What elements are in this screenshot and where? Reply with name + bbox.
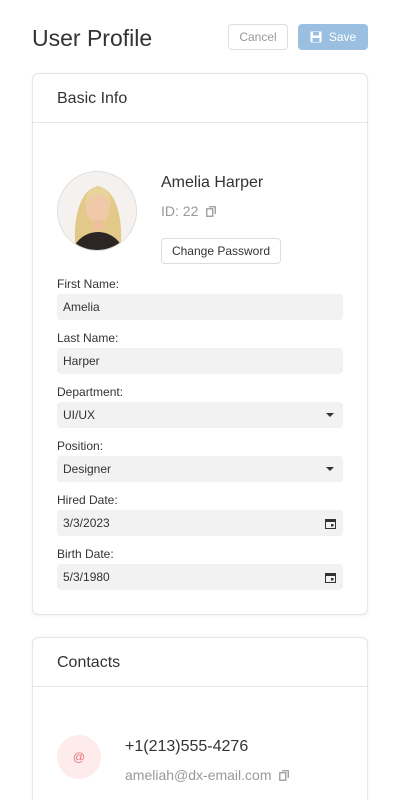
dropdown-caret-icon[interactable] (326, 413, 334, 417)
contact-phone: +1(213)555-4276 (125, 738, 249, 755)
change-password-button[interactable]: Change Password (161, 238, 281, 264)
copy-icon[interactable] (279, 769, 290, 781)
page-title: User Profile (32, 25, 153, 51)
hired-date-value: 3/3/2023 (63, 516, 110, 530)
card-divider (33, 122, 367, 123)
last-name-value: Harper (63, 354, 100, 368)
department-label: Department: (57, 385, 124, 399)
hired-date-field[interactable]: 3/3/2023 (57, 510, 343, 536)
position-label: Position: (57, 439, 104, 453)
avatar-photo (58, 172, 136, 250)
position-select[interactable]: Designer (57, 456, 343, 482)
contact-email: ameliah@dx-email.com (125, 767, 272, 783)
basic-info-card: Basic Info Amelia Harper ID: 22 Change P… (32, 73, 368, 615)
user-id-text: ID: 22 (161, 203, 199, 219)
birth-date-label: Birth Date: (57, 547, 114, 561)
birth-date-value: 5/3/1980 (63, 570, 110, 584)
dropdown-caret-icon[interactable] (326, 467, 334, 471)
department-select[interactable]: UI/UX (57, 402, 343, 428)
last-name-label: Last Name: (57, 331, 119, 345)
contact-email-row: ameliah@dx-email.com (125, 767, 290, 783)
save-button[interactable]: Save (298, 24, 368, 50)
contacts-title: Contacts (57, 654, 121, 671)
user-full-name: Amelia Harper (161, 174, 264, 191)
last-name-field[interactable]: Harper (57, 348, 343, 374)
position-value: Designer (63, 462, 112, 476)
avatar (57, 171, 137, 251)
cancel-button[interactable]: Cancel (228, 24, 288, 50)
first-name-label: First Name: (57, 277, 120, 291)
hired-date-label: Hired Date: (57, 493, 118, 507)
email-badge-icon: @ (57, 735, 101, 779)
user-id-row: ID: 22 (161, 203, 217, 219)
calendar-icon[interactable] (325, 518, 336, 529)
first-name-value: Amelia (63, 300, 100, 314)
copy-icon[interactable] (206, 205, 217, 217)
department-value: UI/UX (63, 408, 96, 422)
calendar-icon[interactable] (325, 572, 336, 583)
first-name-field[interactable]: Amelia (57, 294, 343, 320)
card-divider (33, 686, 367, 687)
birth-date-field[interactable]: 5/3/1980 (57, 564, 343, 590)
save-icon (310, 31, 322, 43)
page-header: User Profile Cancel Save (32, 24, 368, 54)
save-button-label: Save (328, 30, 357, 44)
contacts-card: Contacts @ +1(213)555-4276 ameliah@dx-em… (32, 637, 368, 800)
basic-info-title: Basic Info (57, 90, 128, 107)
